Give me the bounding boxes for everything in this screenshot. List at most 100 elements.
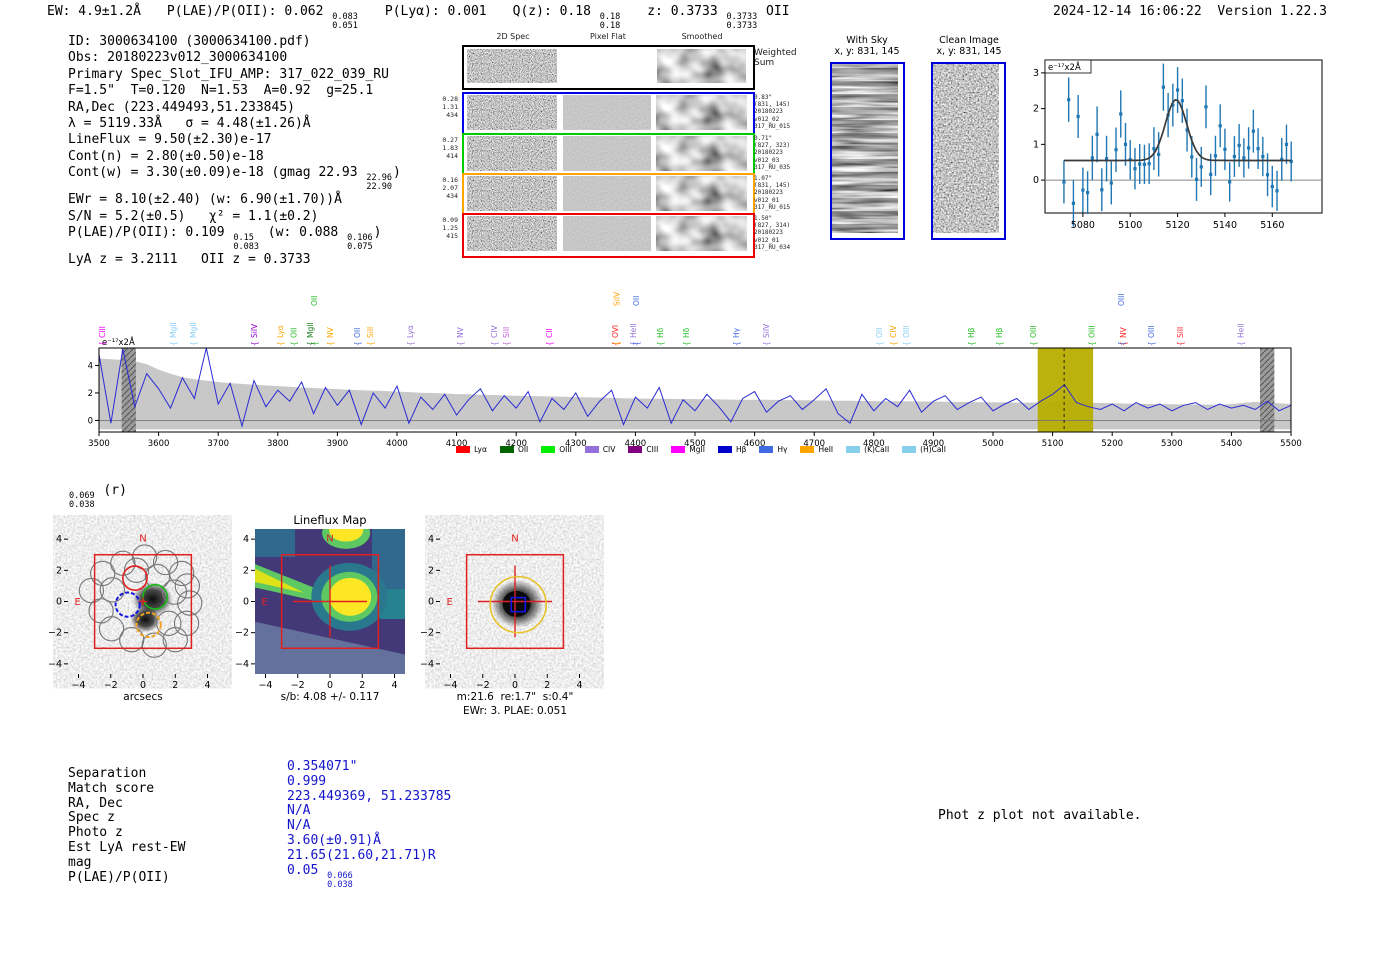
sup-sub-stack: 0.083 0.051: [332, 13, 358, 31]
line-label-bracket: {: [656, 341, 665, 346]
fiber-info-value: (827, 314): [754, 222, 791, 230]
text-segment: (r): [95, 483, 127, 498]
y-tick-label: −4: [420, 659, 434, 670]
row-value: N/A: [287, 803, 311, 819]
data-point: [1247, 146, 1251, 150]
legend-label: HeII: [818, 445, 834, 454]
y-tick-label: 0: [1033, 175, 1039, 186]
line-label-OIII: OIII: [902, 325, 911, 338]
line-label-bracket: {: [612, 341, 621, 346]
row1-2dspec-image-noise: [467, 136, 557, 171]
fiber-info-value: 1.07": [754, 175, 773, 182]
weight-value: 415: [446, 231, 458, 240]
weighted-smoothed-image: [657, 49, 746, 83]
line-label-Lyα: Lyα: [406, 325, 415, 338]
subscript-value: 0.075: [347, 241, 373, 252]
subscript-value: 22.90: [366, 182, 393, 193]
row0-pixelflat-image: [563, 95, 651, 134]
header-item-3: Q(z): 0.18 0.18 0.18: [513, 4, 622, 31]
sky-line-stripe: [832, 211, 898, 217]
data-point: [1213, 154, 1218, 158]
lineflux-map-plot: −4 −4 −2 −2 0 0 2 2 4 4 N E: [235, 529, 405, 691]
row-label: Spec z: [68, 810, 115, 826]
legend-label: OIII: [559, 445, 572, 454]
with-sky-coords: x, y: 831, 145: [834, 46, 900, 57]
info-line-10: S/N = 5.2(±0.5) χ² = 1.1(±0.2): [68, 209, 401, 225]
y-tick-label: −2: [235, 628, 249, 639]
line-label-bracket: {: [289, 341, 298, 346]
row1-pixelflat-image: [563, 136, 651, 171]
info-line-0: ID: 3000634100 (3000634100.pdf): [68, 34, 401, 50]
fiber-info-value: v012_03: [754, 156, 780, 164]
line-label-OII: OII: [632, 296, 641, 306]
x-tick-label: 0: [512, 680, 518, 691]
line-label-bracket: {: [276, 341, 285, 346]
legend-label: OII: [517, 445, 529, 454]
line-label-SiII: SiII: [502, 327, 511, 338]
row0-fiber-labels: 0.83" (831, 145) 20180223 v012_02 317_RU_015: [754, 94, 790, 130]
text-segment: LineFlux = 9.50(±2.30)e-17: [68, 132, 272, 148]
data-point: [1090, 156, 1094, 160]
fiber-info-value: 20180223: [754, 229, 783, 237]
line-label-OIII: OIII: [1147, 325, 1156, 338]
sky-line-stripe: [832, 185, 898, 191]
y-tick-label: 0: [428, 597, 434, 608]
data-point: [1199, 165, 1203, 169]
masked-band-hatch: [1260, 348, 1275, 432]
hsc-caption-1: m:21.6 re:1.7" s:0.4": [456, 691, 574, 703]
row-label: Match score: [68, 780, 155, 796]
detection-info-block: ID: 3000634100 (3000634100.pdf) Obs: 2018…: [68, 34, 401, 268]
data-point: [1152, 147, 1156, 151]
line-label-HeII: HeII: [629, 323, 638, 338]
line-label-Hβ: Hβ: [995, 327, 1004, 338]
line-label-HeII: HeII: [1236, 323, 1245, 338]
y-tick-label: 2: [428, 565, 434, 576]
value-text: N/A: [287, 803, 311, 819]
ylabel-text: e⁻¹⁷x2Å: [1048, 61, 1081, 73]
value-text: 0.05: [287, 862, 327, 878]
data-point: [1062, 180, 1066, 184]
line-label-OIII: OIII: [1087, 325, 1096, 338]
subscript-value: 0.051: [332, 20, 358, 31]
y-tick-label: 4: [56, 534, 62, 545]
row0-2dspec-image: [467, 95, 557, 134]
line-label-bracket: {: [1147, 341, 1156, 346]
data-point: [1109, 181, 1113, 185]
legend-item-(H)CaII: (H)CaII: [902, 445, 946, 454]
row2-smoothed-image: [656, 176, 747, 215]
weighted-2dspec-image: [467, 49, 557, 83]
x-tick-label: −2: [476, 680, 490, 691]
table-row-4: Photo z N/A: [68, 818, 451, 841]
row1-smoothed-image: [656, 136, 747, 175]
full-spectrum-plot: 3500 3600 3700 3800 3900 4000 4100 4200 4300 4400…: [88, 291, 1302, 449]
table-row-0: Separation 0.354071": [68, 759, 451, 782]
row1-2dspec-image: [467, 136, 557, 175]
text-segment: Cont(w) = 3.30(±0.09)e-18 (gmag 22.93: [68, 165, 366, 181]
subscript-value: 0.038: [69, 499, 95, 510]
subscript-value: 0.18: [599, 20, 621, 31]
compass-east-label: E: [75, 597, 81, 608]
line-label-OVI: OVI: [611, 325, 620, 338]
data-point: [1218, 124, 1222, 128]
line-label-bracket: {: [1236, 341, 1245, 346]
line-label-bracket: {: [732, 341, 741, 346]
data-point: [1086, 191, 1090, 195]
text-segment: Primary Spec_Slot_IFU_AMP: 317_022_039_R…: [68, 66, 389, 82]
fiber-positions-plot: −4 −4 −2 −2 0 0 2 2 4 4 N E: [48, 529, 218, 691]
data-point: [1232, 154, 1237, 159]
row0-smoothed-image-noise: [656, 95, 747, 130]
row-label: P(LAE)/P(OII): [68, 869, 170, 885]
sky-line-stripe: [832, 107, 898, 113]
sky-line-stripe: [832, 133, 898, 139]
weight-value: 414: [446, 151, 458, 160]
y-tick-label: 4: [243, 534, 249, 545]
x-tick-label: −2: [291, 680, 305, 691]
data-point: [1270, 184, 1274, 189]
elixer-report-page: EW: 4.9±1.2Å P(LAE)/P(OII): 0.062 0.083 0.…: [0, 0, 1400, 953]
legend-swatch: [671, 446, 686, 453]
line-label-CII: CII: [545, 328, 554, 338]
line-label-bracket: {: [189, 341, 198, 346]
row2-weight-labels: 0.16 2.07 434: [428, 176, 458, 200]
table-row-3: Spec z N/A: [68, 803, 451, 826]
y-tick-label: −4: [235, 659, 249, 670]
